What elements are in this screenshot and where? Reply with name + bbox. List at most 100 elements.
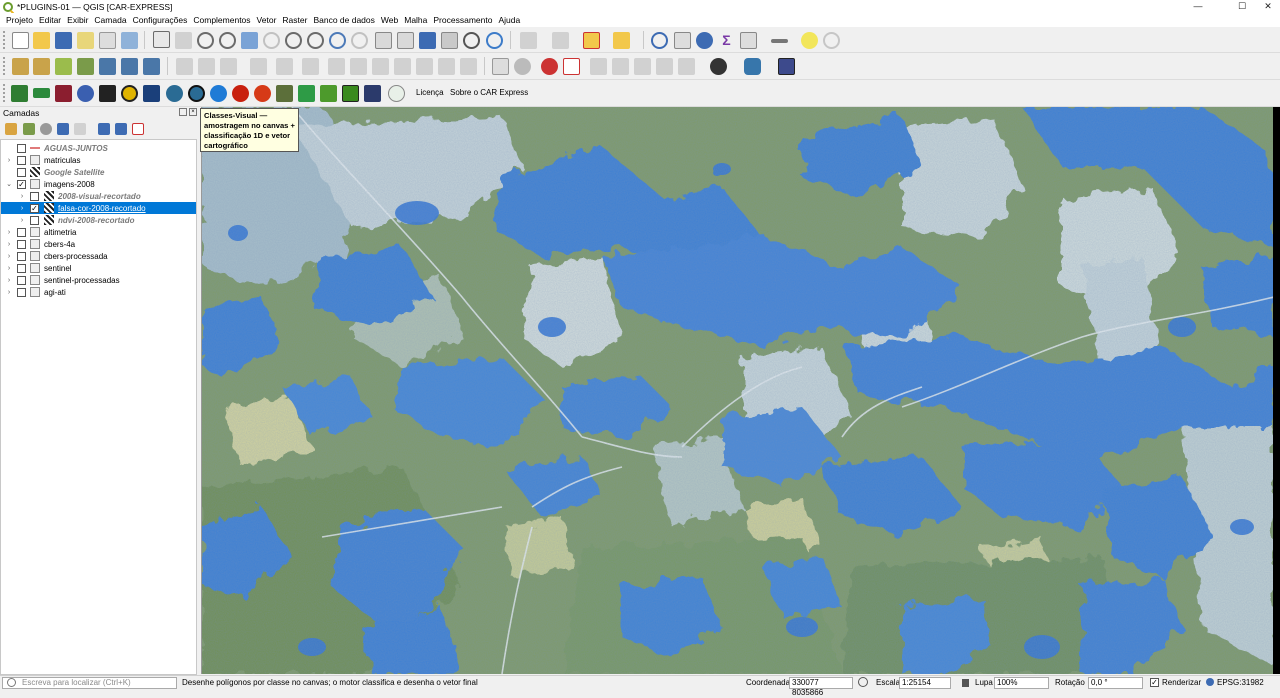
menu-vetor[interactable]: Vetor bbox=[254, 13, 280, 27]
licenca-link[interactable]: Licença bbox=[416, 88, 444, 97]
crs-button[interactable]: EPSG:31982 bbox=[1217, 678, 1264, 687]
layer-checkbox[interactable] bbox=[17, 227, 26, 237]
menu-editar[interactable]: Editar bbox=[36, 13, 64, 27]
layer-checkbox[interactable] bbox=[30, 215, 39, 225]
layer-checkbox[interactable] bbox=[17, 275, 26, 285]
car-plugin-icon[interactable] bbox=[11, 85, 28, 102]
save-project-icon[interactable] bbox=[55, 32, 72, 49]
menu-projeto[interactable]: Projeto bbox=[3, 13, 36, 27]
new-project-icon[interactable] bbox=[12, 32, 29, 49]
refresh-icon[interactable] bbox=[486, 32, 503, 49]
cut-features-icon[interactable] bbox=[350, 58, 367, 75]
add-spatialite-icon[interactable] bbox=[121, 58, 138, 75]
expander-icon[interactable]: › bbox=[6, 253, 12, 260]
save-edits-icon[interactable] bbox=[220, 58, 237, 75]
diagram-move-icon[interactable] bbox=[656, 58, 673, 75]
expander-icon[interactable]: › bbox=[19, 205, 25, 212]
add-vector-layer-icon[interactable] bbox=[33, 58, 50, 75]
temporal-controller-icon[interactable] bbox=[463, 32, 480, 49]
layer-row[interactable]: Google Satellite bbox=[1, 166, 196, 178]
help-icon[interactable] bbox=[778, 58, 795, 75]
select-location-icon[interactable] bbox=[613, 32, 630, 49]
label-rotate-icon[interactable] bbox=[612, 58, 629, 75]
car-forest-icon[interactable] bbox=[342, 85, 359, 102]
open-project-icon[interactable] bbox=[33, 32, 50, 49]
expander-icon[interactable]: ⌄ bbox=[6, 180, 12, 188]
menu-malha[interactable]: Malha bbox=[401, 13, 430, 27]
layer-row[interactable]: › ✓ falsa-cor-2008-recortado bbox=[1, 202, 196, 214]
undo-icon[interactable] bbox=[416, 58, 433, 75]
expander-icon[interactable]: › bbox=[6, 157, 12, 164]
new-map-view-icon[interactable] bbox=[375, 32, 392, 49]
add-delimited-text-icon[interactable] bbox=[77, 58, 94, 75]
layer-checkbox[interactable] bbox=[17, 263, 26, 273]
zoom-selection-icon[interactable] bbox=[263, 32, 280, 49]
paste-features-icon[interactable] bbox=[394, 58, 411, 75]
expander-icon[interactable]: › bbox=[6, 277, 12, 284]
layer-checkbox[interactable] bbox=[17, 251, 26, 261]
crs-globe-icon[interactable] bbox=[1206, 678, 1214, 686]
digitize-icon[interactable] bbox=[250, 58, 267, 75]
layer-row[interactable]: › cbers-4a bbox=[1, 238, 196, 250]
zoom-in-icon[interactable] bbox=[197, 32, 214, 49]
zoom-full-icon[interactable] bbox=[241, 32, 258, 49]
print-layout-icon[interactable] bbox=[77, 32, 94, 49]
label-tool-icon[interactable] bbox=[492, 58, 509, 75]
zoom-layer-icon[interactable] bbox=[285, 32, 302, 49]
measure-line-icon[interactable] bbox=[771, 39, 788, 43]
rotation-field[interactable]: 0,0 ° bbox=[1088, 677, 1143, 689]
layer-row[interactable]: › sentinel bbox=[1, 262, 196, 274]
add-postgis-icon[interactable] bbox=[99, 58, 116, 75]
identify-features-icon[interactable] bbox=[651, 32, 668, 49]
minimize-button[interactable]: — bbox=[1184, 0, 1212, 13]
locator-search-input[interactable]: Escreva para localizar (Ctrl+K) bbox=[2, 677, 177, 689]
layer-row[interactable]: › 2008-visual-recortado bbox=[1, 190, 196, 202]
vertex-tool-icon[interactable] bbox=[276, 58, 293, 75]
expander-icon[interactable]: › bbox=[6, 229, 12, 236]
calculator-icon[interactable] bbox=[740, 32, 757, 49]
car-gear-icon[interactable] bbox=[77, 85, 94, 102]
zoom-last-icon[interactable] bbox=[329, 32, 346, 49]
new-bookmark-icon[interactable] bbox=[419, 32, 436, 49]
zoom-next-icon[interactable] bbox=[351, 32, 368, 49]
filter-expression-icon[interactable] bbox=[74, 123, 86, 135]
add-group-icon[interactable] bbox=[23, 123, 35, 135]
expander-icon[interactable]: › bbox=[6, 289, 12, 296]
layer-checkbox[interactable] bbox=[17, 287, 26, 297]
gps-icon[interactable] bbox=[710, 58, 727, 75]
pan-to-selection-icon[interactable] bbox=[175, 32, 192, 49]
new-3d-map-icon[interactable] bbox=[397, 32, 414, 49]
layer-checkbox[interactable] bbox=[30, 191, 39, 201]
deselect-all-icon[interactable] bbox=[583, 32, 600, 49]
car-flag-icon[interactable] bbox=[33, 88, 50, 98]
collapse-all-icon[interactable] bbox=[115, 123, 127, 135]
copy-features-icon[interactable] bbox=[372, 58, 389, 75]
python-console-icon[interactable] bbox=[744, 58, 761, 75]
classes-visual-icon[interactable] bbox=[188, 85, 205, 102]
expander-icon[interactable]: › bbox=[6, 241, 12, 248]
toolbar-handle[interactable] bbox=[3, 57, 7, 75]
redo-icon-2[interactable] bbox=[460, 58, 477, 75]
magnifier-field[interactable]: 100% bbox=[994, 677, 1049, 689]
menu-exibir[interactable]: Exibir bbox=[64, 13, 91, 27]
layer-row[interactable]: › altimetria bbox=[1, 226, 196, 238]
manage-themes-icon[interactable] bbox=[40, 123, 52, 135]
toggle-extents-icon[interactable] bbox=[858, 677, 868, 687]
delete-selected-icon[interactable] bbox=[328, 58, 345, 75]
scale-field[interactable]: 1:25154 bbox=[899, 677, 951, 689]
layer-row[interactable]: › cbers-processada bbox=[1, 250, 196, 262]
layer-row[interactable]: AGUAS-JUNTOS bbox=[1, 142, 196, 154]
layer-row[interactable]: ⌄ ✓ imagens-2008 bbox=[1, 178, 196, 190]
toolbar-handle[interactable] bbox=[3, 31, 7, 49]
style-manager-icon[interactable] bbox=[121, 32, 138, 49]
attribute-table-icon[interactable] bbox=[674, 32, 691, 49]
car-book-icon[interactable] bbox=[55, 85, 72, 102]
layer-checkbox[interactable] bbox=[17, 167, 26, 177]
layer-checkbox[interactable]: ✓ bbox=[17, 179, 26, 189]
menu-web[interactable]: Web bbox=[378, 13, 401, 27]
sobre-car-express-link[interactable]: Sobre o CAR Express bbox=[450, 88, 528, 97]
show-bookmarks-icon[interactable] bbox=[441, 32, 458, 49]
car-layers-icon[interactable] bbox=[276, 85, 293, 102]
zoom-out-icon[interactable] bbox=[219, 32, 236, 49]
redo-icon[interactable] bbox=[438, 58, 455, 75]
